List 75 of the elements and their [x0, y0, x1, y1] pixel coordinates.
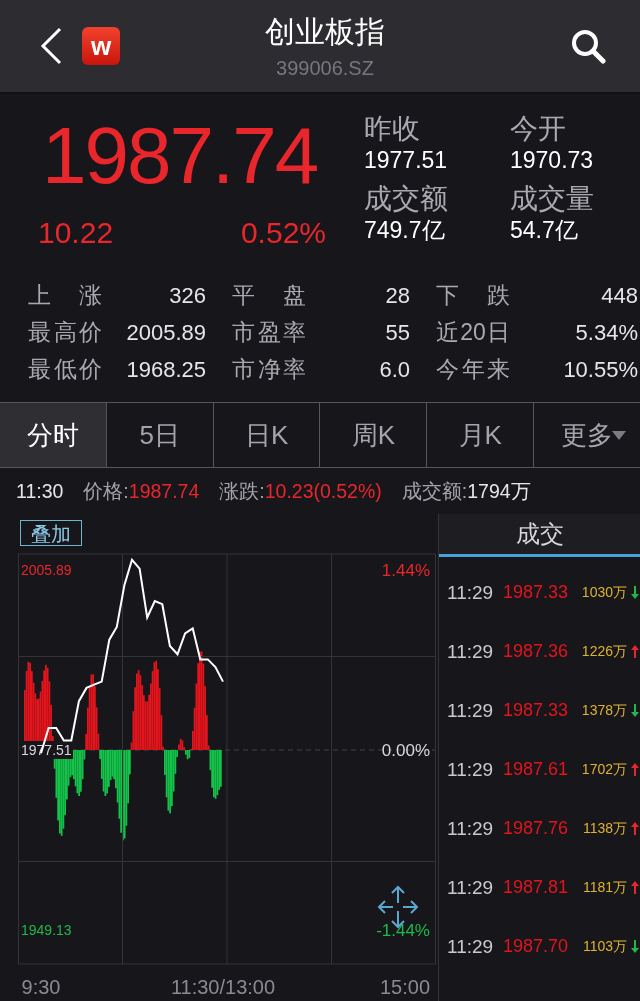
trade-volume: 1702万: [580, 760, 627, 779]
field-label: 成交量: [510, 182, 595, 216]
field-value: 749.7亿: [364, 216, 446, 244]
stat-value: 5.34%: [575, 320, 638, 346]
stat-value: 2005.89: [126, 320, 206, 346]
stat-label: 最低价: [28, 355, 102, 384]
trade-time: 11:29: [447, 758, 495, 781]
price-change: 10.22: [38, 216, 114, 250]
stat-label: 上 涨: [28, 281, 102, 310]
trade-volume: 1030万: [580, 583, 627, 602]
time-axis-label: 15:00: [379, 976, 431, 998]
price-axis-label: 1949.13: [21, 922, 72, 938]
trade-price: 1987.36: [503, 641, 570, 662]
trade-price: 1987.76: [503, 818, 570, 839]
trade-time: 11:29: [447, 699, 495, 722]
stat-value: 55: [385, 320, 410, 346]
period-tab[interactable]: 分时: [0, 403, 107, 467]
field-value: 54.7亿: [510, 216, 579, 244]
percent-axis-label: -1.44%: [376, 921, 430, 940]
trade-volume: 1138万: [581, 819, 627, 838]
trade-price: 1987.81: [503, 877, 570, 898]
stat-value: 28: [385, 283, 410, 309]
field-value: 1977.51: [364, 146, 449, 174]
stat-label: 市净率: [232, 355, 306, 384]
dropdown-caret-icon: [611, 431, 626, 440]
back-icon[interactable]: [40, 27, 62, 65]
last-price: 1987.74: [42, 110, 319, 202]
info-value: 1794万: [467, 479, 531, 502]
percent-axis-label: 1.44%: [381, 561, 430, 580]
stat-label: 下 跌: [436, 281, 510, 310]
percent-axis-label: 0.00%: [381, 741, 430, 760]
trade-volume: 1378万: [580, 701, 627, 720]
trade-time: 11:29: [447, 817, 495, 840]
info-label: 成交额:: [401, 479, 468, 502]
trade-time: 11:29: [447, 876, 495, 899]
stat-label: 近20日: [436, 318, 510, 347]
trade-price: 1987.70: [503, 936, 570, 957]
field-label: 今开: [510, 112, 567, 146]
trade-time: 11:29: [447, 640, 495, 663]
info-value: 10.23(0.52%): [264, 479, 382, 502]
info-value: 1987.74: [128, 479, 200, 502]
trade-time: 11:29: [447, 935, 495, 958]
trades-header[interactable]: 成交: [439, 514, 640, 557]
field-label: 昨收: [364, 112, 421, 146]
price-axis-label: 2005.89: [21, 562, 72, 578]
percent-change: 0.52%: [240, 216, 326, 250]
trade-price: 1987.61: [503, 759, 570, 780]
stat-label: 今年来: [436, 355, 510, 384]
info-label: 涨跌:: [219, 479, 265, 502]
trade-time: 11:29: [447, 581, 495, 604]
stock-title: 创业板指: [265, 13, 385, 50]
stat-value: 10.55%: [563, 357, 638, 383]
field-value: 1970.73: [510, 146, 595, 174]
overlay-button[interactable]: 叠加: [20, 520, 82, 546]
time-axis-label: 9:30: [21, 976, 61, 998]
stat-label: 市盈率: [232, 318, 306, 347]
stat-value: 448: [601, 283, 638, 309]
stat-label: 平 盘: [232, 281, 306, 310]
tick-time: 11:30: [16, 479, 64, 503]
trade-volume: 1181万: [581, 878, 627, 897]
stat-value: 6.0: [379, 357, 410, 383]
stat-value: 1968.25: [126, 357, 206, 383]
info-label: 价格:: [83, 479, 129, 502]
app-logo: w: [82, 27, 120, 65]
search-icon[interactable]: [570, 28, 606, 64]
trade-volume: 1103万: [581, 937, 627, 956]
trade-price: 1987.33: [503, 582, 570, 603]
time-axis-label: 11:30/13:00: [170, 976, 276, 998]
trade-price: 1987.33: [503, 700, 570, 721]
trade-volume: 1226万: [580, 642, 627, 661]
stat-value: 326: [169, 283, 206, 309]
stat-label: 最高价: [28, 318, 102, 347]
field-label: 成交额: [364, 182, 449, 216]
price-axis-label: 1977.51: [21, 742, 72, 758]
stock-code: 399006.SZ: [276, 56, 374, 80]
